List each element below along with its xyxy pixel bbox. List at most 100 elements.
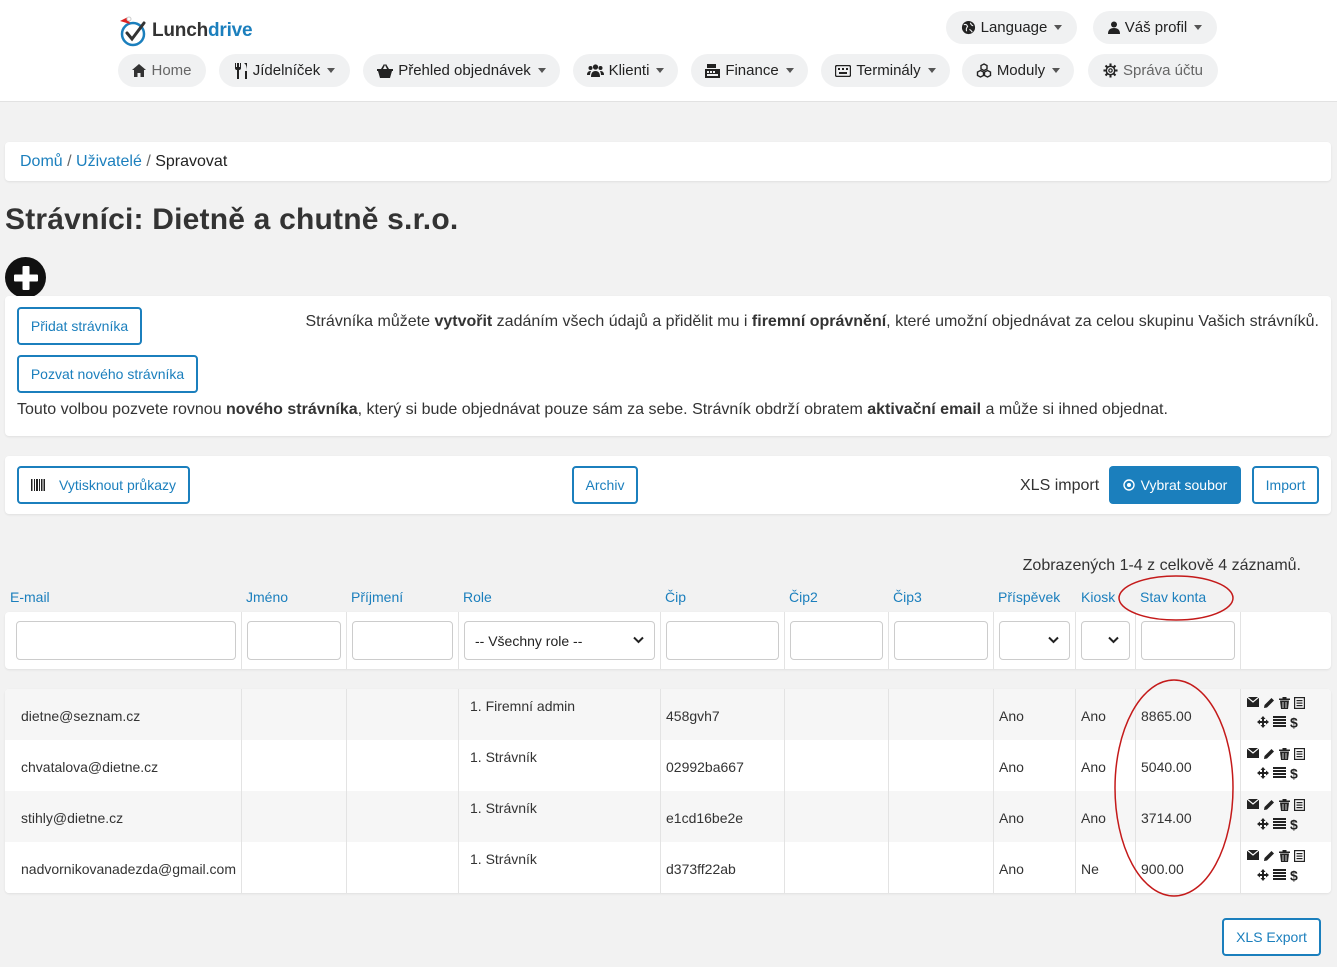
cell-balance: 900.00 xyxy=(1141,861,1184,877)
svg-text:$: $ xyxy=(1290,716,1298,729)
table-row[interactable]: stihly@dietne.cz 1. Strávník e1cd16be2e Ano… xyxy=(5,791,1331,842)
chevron-down-icon xyxy=(927,68,936,73)
lines-icon[interactable] xyxy=(1273,869,1286,882)
pencil-icon[interactable] xyxy=(1263,748,1275,760)
archive-button[interactable]: Archiv xyxy=(572,466,638,504)
column-header-first-name[interactable]: Jméno xyxy=(246,589,288,605)
column-divider xyxy=(1135,791,1136,842)
dollar-icon[interactable]: $ xyxy=(1290,716,1299,729)
chip-filter-input[interactable] xyxy=(666,621,779,660)
row-actions-bottom: $ xyxy=(1257,818,1299,831)
chip3-filter-input[interactable] xyxy=(894,621,988,660)
profile-dropdown[interactable]: Váš profil xyxy=(1093,11,1217,44)
column-header-contribution[interactable]: Příspěvek xyxy=(998,589,1060,605)
cell-balance: 3714.00 xyxy=(1141,810,1192,826)
move-icon[interactable] xyxy=(1257,716,1269,729)
column-divider xyxy=(784,842,785,893)
trash-icon[interactable] xyxy=(1279,799,1290,811)
cell-role: 1. Strávník xyxy=(470,851,537,867)
table-row[interactable]: dietne@seznam.cz 1. Firemní admin 458gvh7 A… xyxy=(5,689,1331,740)
role-filter-select[interactable]: -- Všechny role -- xyxy=(464,621,655,660)
last-name-filter-input[interactable] xyxy=(352,621,453,660)
contribution-filter-select[interactable] xyxy=(999,621,1070,660)
column-divider xyxy=(1240,612,1241,669)
list-icon[interactable] xyxy=(1294,748,1305,760)
trash-icon[interactable] xyxy=(1279,748,1290,760)
list-icon[interactable] xyxy=(1294,697,1305,709)
svg-text:$: $ xyxy=(1290,818,1298,831)
import-button[interactable]: Import xyxy=(1252,466,1319,504)
column-header-last-name[interactable]: Příjmení xyxy=(351,589,403,605)
column-header-email[interactable]: E-mail xyxy=(10,589,50,605)
move-icon[interactable] xyxy=(1257,767,1269,780)
basket-icon xyxy=(377,63,394,78)
column-divider xyxy=(458,612,459,669)
column-divider xyxy=(888,740,889,791)
pencil-icon[interactable] xyxy=(1263,850,1275,862)
list-icon[interactable] xyxy=(1294,799,1305,811)
envelope-icon[interactable] xyxy=(1247,799,1259,811)
lines-icon[interactable] xyxy=(1273,767,1286,780)
invite-diner-button[interactable]: Pozvat nového strávníka xyxy=(17,355,198,393)
trash-icon[interactable] xyxy=(1279,697,1290,709)
table-row[interactable]: nadvornikovanadezda@gmail.com 1. Strávník… xyxy=(5,842,1331,893)
cell-kiosk: Ano xyxy=(1081,708,1106,724)
move-icon[interactable] xyxy=(1257,869,1269,882)
xls-import-label: XLS import xyxy=(1020,477,1100,494)
nav-clients[interactable]: Klienti xyxy=(573,54,678,87)
nav-account[interactable]: Správa účtu xyxy=(1088,54,1218,87)
column-divider xyxy=(888,791,889,842)
column-header-kiosk[interactable]: Kiosk xyxy=(1081,589,1115,605)
column-divider xyxy=(888,842,889,893)
column-header-chip2[interactable]: Čip2 xyxy=(789,589,818,605)
envelope-icon[interactable] xyxy=(1247,850,1259,862)
trash-icon[interactable] xyxy=(1279,850,1290,862)
logo-text-lunch: Lunch xyxy=(152,20,208,41)
column-header-chip3[interactable]: Čip3 xyxy=(893,589,922,605)
chevron-down-icon xyxy=(1108,636,1119,644)
chip2-filter-input[interactable] xyxy=(790,621,883,660)
xls-export-button[interactable]: XLS Export xyxy=(1222,918,1321,956)
lunchdrive-logo[interactable]: Lunchdrive xyxy=(118,14,253,48)
pencil-icon[interactable] xyxy=(1263,799,1275,811)
envelope-icon[interactable] xyxy=(1247,748,1259,760)
add-diner-button[interactable]: Přidat strávníka xyxy=(17,307,142,345)
language-dropdown[interactable]: Language xyxy=(946,11,1077,44)
email-filter-input[interactable] xyxy=(16,621,236,660)
choose-file-button[interactable]: Vybrat soubor xyxy=(1109,466,1241,504)
nav-menu[interactable]: Jídelníček xyxy=(219,54,350,87)
lines-icon[interactable] xyxy=(1273,818,1286,831)
table-row[interactable]: chvatalova@dietne.cz 1. Strávník 02992ba66… xyxy=(5,740,1331,791)
nav-terminals[interactable]: Terminály xyxy=(821,54,950,87)
cell-chip: 02992ba667 xyxy=(666,759,744,775)
cell-email: chvatalova@dietne.cz xyxy=(21,759,159,775)
add-toggle-button[interactable] xyxy=(5,257,46,298)
balance-filter-input[interactable] xyxy=(1141,621,1235,660)
row-actions-bottom: $ xyxy=(1257,716,1299,729)
nav-home[interactable]: Home xyxy=(118,54,206,87)
breadcrumb: Domů / Uživatelé / Spravovat xyxy=(5,142,1331,181)
nav-finance[interactable]: Finance xyxy=(691,54,808,87)
lines-icon[interactable] xyxy=(1273,716,1286,729)
print-cards-button[interactable]: Vytisknout průkazy xyxy=(17,466,190,504)
nav-orders[interactable]: Přehled objednávek xyxy=(363,54,560,87)
breadcrumb-home-link[interactable]: Domů xyxy=(20,153,63,170)
breadcrumb-users-link[interactable]: Uživatelé xyxy=(76,153,142,170)
first-name-filter-input[interactable] xyxy=(247,621,341,660)
list-icon[interactable] xyxy=(1294,850,1305,862)
nav-orders-label: Přehled objednávek xyxy=(398,62,531,79)
kiosk-filter-select[interactable] xyxy=(1081,621,1130,660)
move-icon[interactable] xyxy=(1257,818,1269,831)
gear-icon xyxy=(1103,63,1118,78)
column-header-chip[interactable]: Čip xyxy=(665,589,686,605)
upload-circle-icon xyxy=(1122,479,1135,491)
pencil-icon[interactable] xyxy=(1263,697,1275,709)
nav-modules[interactable]: Moduly xyxy=(962,54,1074,87)
column-header-balance[interactable]: Stav konta xyxy=(1140,589,1206,605)
dollar-icon[interactable]: $ xyxy=(1290,818,1299,831)
dollar-icon[interactable]: $ xyxy=(1290,869,1299,882)
column-divider xyxy=(458,740,459,791)
dollar-icon[interactable]: $ xyxy=(1290,767,1299,780)
envelope-icon[interactable] xyxy=(1247,697,1259,709)
column-header-role[interactable]: Role xyxy=(463,589,492,605)
